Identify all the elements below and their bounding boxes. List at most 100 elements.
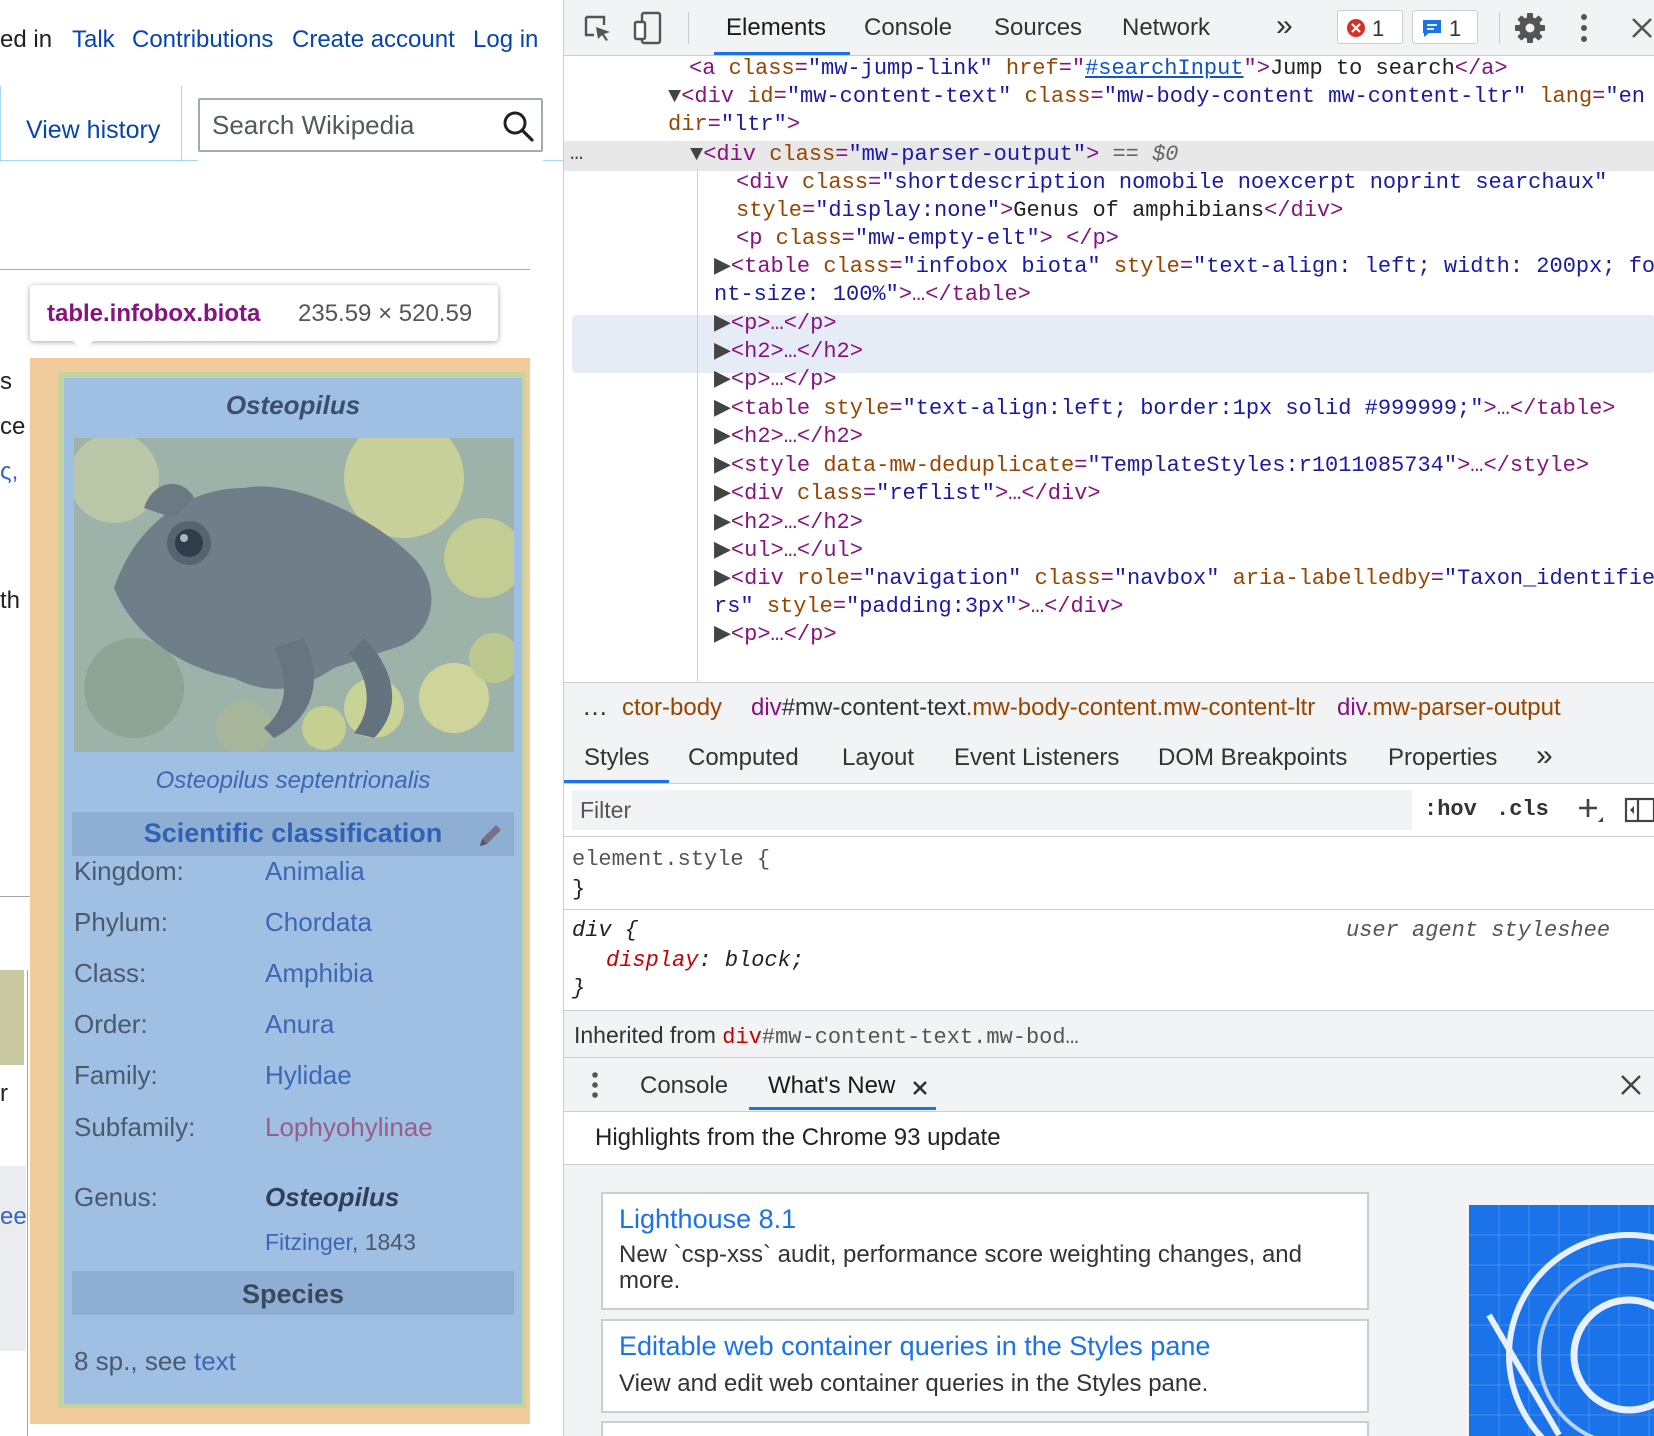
feature-card[interactable]: Editable web container queries in the St… bbox=[601, 1319, 1369, 1413]
dom-node-navbox-cont: rs" style="padding:3px">…</div> bbox=[714, 594, 1124, 619]
dom-node-content-text[interactable]: ▼<div id="mw-content-text" class="mw-bod… bbox=[668, 83, 1645, 111]
message-badge[interactable]: 1 bbox=[1412, 10, 1478, 44]
view-history-tab[interactable]: View history bbox=[26, 116, 160, 145]
dom-node-h2[interactable]: ▶<h2>…</h2> bbox=[714, 423, 863, 451]
more-subtabs-button[interactable]: » bbox=[1536, 739, 1553, 773]
css-declaration[interactable]: display: block; bbox=[606, 948, 804, 973]
drawer-menu-icon[interactable] bbox=[590, 1070, 600, 1100]
device-toolbar-icon[interactable] bbox=[632, 11, 664, 45]
dom-node-navbox[interactable]: ▶<div role="navigation" class="navbox" a… bbox=[714, 565, 1654, 593]
not-logged-in-text: ed in bbox=[0, 26, 53, 53]
feature-card-title[interactable]: Editable web container queries in the St… bbox=[619, 1331, 1210, 1362]
feature-card[interactable] bbox=[601, 1421, 1369, 1436]
scientific-classification-link[interactable]: Scientific classification bbox=[72, 818, 514, 849]
node-actions-ellipsis[interactable]: … bbox=[570, 141, 583, 166]
wikipedia-page: ed in Talk Contributions Create account … bbox=[0, 0, 563, 1436]
species-header: Species bbox=[241, 1279, 345, 1309]
error-badge[interactable]: 1 bbox=[1337, 10, 1403, 44]
taxonomy-value-link[interactable]: Animalia bbox=[265, 856, 365, 887]
new-style-rule-icon[interactable] bbox=[1576, 796, 1604, 824]
search-input[interactable] bbox=[212, 110, 492, 141]
pencil-icon[interactable] bbox=[474, 820, 506, 852]
taxonomy-value-link[interactable]: Anura bbox=[265, 1009, 334, 1040]
tab-event-listeners[interactable]: Event Listeners bbox=[954, 744, 1119, 772]
dom-node-style[interactable]: ▶<style data-mw-deduplicate="TemplateSty… bbox=[714, 452, 1589, 480]
dom-node-shortdescription[interactable]: <div class="shortdescription nomobile no… bbox=[736, 169, 1607, 197]
tab-sources[interactable]: Sources bbox=[994, 14, 1082, 42]
species-line: 8 sp., see text bbox=[74, 1346, 236, 1377]
dom-node-h2[interactable]: ▶<h2>…</h2> bbox=[714, 338, 863, 366]
breadcrumb-item[interactable]: div#mw-content-text.mw-body-content.mw-c… bbox=[751, 694, 1315, 722]
dom-node-jump-link[interactable]: <a class="mw-jump-link" href="#searchInp… bbox=[689, 55, 1508, 83]
more-options-icon[interactable] bbox=[1578, 12, 1590, 44]
inspect-element-icon[interactable] bbox=[582, 13, 614, 45]
div-ua-rule[interactable]: div { user agent styleshee display: bloc… bbox=[564, 910, 1654, 1011]
cls-toggle[interactable]: .cls bbox=[1496, 797, 1549, 822]
log-in-link[interactable]: Log in bbox=[473, 26, 538, 54]
tab-styles[interactable]: Styles bbox=[584, 744, 649, 772]
taxonomy-value-link[interactable]: Chordata bbox=[265, 907, 372, 938]
dom-node-p[interactable]: ▶<p>…</p> bbox=[714, 366, 837, 394]
taxonomy-label: Order: bbox=[74, 1009, 148, 1039]
genus-authority: Fitzinger, 1843 bbox=[265, 1229, 416, 1256]
search-icon[interactable] bbox=[502, 110, 534, 142]
close-devtools-icon[interactable] bbox=[1630, 16, 1654, 40]
inherited-label: Inherited from div#mw-content-text.mw-bo… bbox=[574, 1022, 1079, 1050]
drawer-tab-whats-new[interactable]: What's New bbox=[768, 1072, 895, 1100]
taxonomy-value-link[interactable]: Hylidae bbox=[265, 1060, 352, 1091]
tab-console[interactable]: Console bbox=[864, 14, 952, 42]
rule-close-brace: } bbox=[572, 877, 586, 902]
cut-text-fragment: s bbox=[0, 368, 12, 395]
toggle-sidebar-icon[interactable] bbox=[1624, 796, 1654, 824]
search-box[interactable] bbox=[198, 98, 543, 152]
taxonomy-label: Genus: bbox=[74, 1182, 158, 1212]
tab-network[interactable]: Network bbox=[1122, 14, 1210, 42]
breadcrumb-item[interactable]: ctor-body bbox=[622, 694, 722, 722]
taxonomy-label: Phylum: bbox=[74, 907, 168, 937]
error-count: 1 bbox=[1372, 16, 1385, 41]
breadcrumb-overflow[interactable]: … bbox=[582, 691, 608, 722]
dom-node-table[interactable]: ▶<table style="text-align:left; border:1… bbox=[714, 395, 1616, 423]
feature-card[interactable]: Lighthouse 8.1 New `csp-xss` audit, perf… bbox=[601, 1192, 1369, 1310]
tab-properties[interactable]: Properties bbox=[1388, 744, 1497, 772]
dom-node-parser-output[interactable]: ▼<div class="mw-parser-output"> == $0 bbox=[690, 141, 1179, 169]
chrome-logo-illustration bbox=[1469, 1205, 1654, 1436]
inherited-element-link[interactable]: div bbox=[722, 1025, 762, 1050]
taxonomy-value-link[interactable]: Amphibia bbox=[265, 958, 373, 989]
dom-node-h2[interactable]: ▶<h2>…</h2> bbox=[714, 509, 863, 537]
dom-node-p[interactable]: ▶<p>…</p> bbox=[714, 310, 837, 338]
element-style-rule[interactable]: element.style { } bbox=[564, 837, 1654, 910]
species-text-link[interactable]: text bbox=[194, 1346, 236, 1376]
dom-tree: … <a class="mw-jump-link" href="#searchI… bbox=[564, 55, 1654, 685]
taxonomy-value-link[interactable]: Lophyohylinae bbox=[265, 1112, 433, 1143]
more-tabs-button[interactable]: » bbox=[1276, 9, 1293, 43]
dom-node-shortdescription-cont: style="display:none">Genus of amphibians… bbox=[736, 198, 1344, 223]
dom-node-p[interactable]: ▶<p>…</p> bbox=[714, 621, 837, 649]
cut-text-fragment: r bbox=[0, 1080, 8, 1107]
drawer-tab-console[interactable]: Console bbox=[640, 1072, 728, 1100]
tab-elements[interactable]: Elements bbox=[726, 14, 826, 42]
settings-gear-icon[interactable] bbox=[1514, 12, 1546, 44]
create-account-link[interactable]: Create account bbox=[292, 26, 455, 54]
dom-node-infobox-table[interactable]: ▶<table class="infobox biota" style="tex… bbox=[714, 253, 1654, 281]
contributions-link[interactable]: Contributions bbox=[132, 26, 273, 54]
breadcrumb: … ctor-body div#mw-content-text.mw-body-… bbox=[564, 682, 1654, 732]
close-tab-icon[interactable] bbox=[912, 1080, 928, 1096]
dom-node-reflist[interactable]: ▶<div class="reflist">…</div> bbox=[714, 480, 1101, 508]
breadcrumb-item-selected[interactable]: div.mw-parser-output bbox=[1337, 694, 1561, 722]
dom-node-ul[interactable]: ▶<ul>…</ul> bbox=[714, 537, 863, 565]
feature-card-title[interactable]: Lighthouse 8.1 bbox=[619, 1204, 796, 1235]
tab-dom-breakpoints[interactable]: DOM Breakpoints bbox=[1158, 744, 1347, 772]
frog-image[interactable] bbox=[74, 438, 514, 752]
styles-filter-input[interactable] bbox=[572, 790, 1412, 830]
devtools-toolbar: Elements Console Sources Network » 1 1 bbox=[564, 0, 1654, 56]
authority-link[interactable]: Fitzinger bbox=[265, 1229, 352, 1255]
dom-node-empty-p[interactable]: <p class="mw-empty-elt"> </p> bbox=[736, 225, 1119, 253]
tab-computed[interactable]: Computed bbox=[688, 744, 799, 772]
hov-toggle[interactable]: :hov bbox=[1424, 797, 1477, 822]
tab-layout[interactable]: Layout bbox=[842, 744, 914, 772]
talk-link[interactable]: Talk bbox=[72, 26, 115, 54]
message-count: 1 bbox=[1449, 16, 1462, 41]
close-drawer-icon[interactable] bbox=[1620, 1074, 1642, 1096]
element-inspect-tooltip: table.infobox.biota 235.59 × 520.59 bbox=[30, 285, 498, 351]
